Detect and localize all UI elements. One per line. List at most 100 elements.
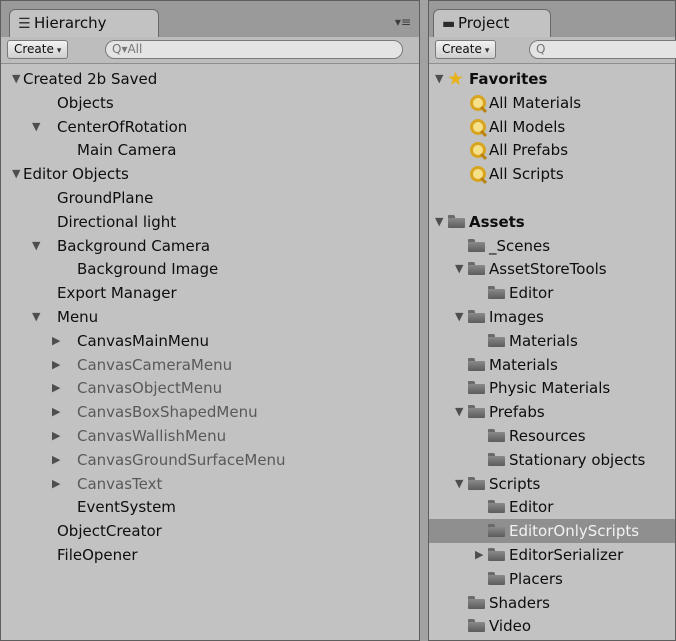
project-item-materials[interactable]: Materials [429,329,675,353]
hierarchy-item-label: CanvasMainMenu [77,331,210,350]
project-item-prefabs[interactable]: ▼ Prefabs [429,400,675,424]
project-panel: ▬ Project Create ▾ Q ▼ ★ Favorites All Materi… [428,0,676,641]
hierarchy-item-canvasboxshapedmenu[interactable]: ▶ CanvasBoxShapedMenu [1,400,419,424]
hierarchy-item-label: Background Camera [57,236,211,255]
hierarchy-panel: ☰ Hierarchy ▾≡ Create ▾ Q▾All ▼ Created 2b … [0,0,420,641]
project-item-images[interactable]: ▼ Images [429,305,675,329]
project-create-button[interactable]: Create ▾ [435,40,497,59]
hierarchy-tree: ▼ Created 2b Saved Objects ▼ CenterOfRotatio… [1,67,419,567]
project-search-input[interactable]: Q [529,40,676,59]
hierarchy-item-canvasgroundsurfacemenu[interactable]: ▶ CanvasGroundSurfaceMenu [1,448,419,472]
hierarchy-item-label: ObjectCreator [57,522,162,541]
project-item-video[interactable]: Video [429,614,675,638]
project-toolbar: Create ▾ Q [429,37,676,64]
hierarchy-create-button[interactable]: Create ▾ [7,40,69,59]
expand-arrow-icon[interactable]: ▼ [12,162,20,186]
project-item-shaders[interactable]: Shaders [429,591,675,615]
project-item-assets[interactable]: ▼ Assets [429,210,675,234]
folder-icon: ▬ [442,16,456,32]
hierarchy-item-label: CanvasWallishMenu [77,426,227,445]
folder-icon [488,452,505,466]
collapse-arrow-icon[interactable]: ▶ [52,376,60,400]
project-item-editor[interactable]: Editor [429,495,675,519]
hierarchy-item-export-manager[interactable]: Export Manager [1,281,419,305]
project-item-label: AssetStoreTools [489,260,607,279]
project-item-label: Resources [509,426,586,445]
project-item-all-prefabs[interactable]: All Prefabs [429,138,675,162]
hierarchy-item-canvascameramenu[interactable]: ▶ CanvasCameraMenu [1,353,419,377]
hierarchy-item-label: FileOpener [57,545,138,564]
hierarchy-tab[interactable]: ☰ Hierarchy [9,9,159,37]
project-item-label: Physic Materials [489,379,611,398]
panel-menu-icon[interactable]: ▾≡ [395,15,411,29]
project-item-scripts[interactable]: ▼ Scripts [429,472,675,496]
project-item-resources[interactable]: Resources [429,424,675,448]
expand-arrow-icon[interactable]: ▼ [32,305,40,329]
project-item-label: All Scripts [489,165,564,184]
hierarchy-item-directional-light[interactable]: Directional light [1,210,419,234]
expand-arrow-icon[interactable]: ▼ [435,210,443,234]
collapse-arrow-icon[interactable]: ▶ [52,329,60,353]
folder-icon [488,286,505,300]
project-item-materials[interactable]: Materials [429,353,675,377]
expand-arrow-icon[interactable]: ▼ [455,305,463,329]
project-item-label: EditorOnlyScripts [509,522,640,541]
hierarchy-item-centerofrotation[interactable]: ▼ CenterOfRotation [1,115,419,139]
project-item-editorserializer[interactable]: ▶ EditorSerializer [429,543,675,567]
search-value: All [127,42,143,56]
folder-icon [468,619,485,633]
hierarchy-item-canvasobjectmenu[interactable]: ▶ CanvasObjectMenu [1,376,419,400]
hierarchy-item-eventsystem[interactable]: EventSystem [1,495,419,519]
hierarchy-item-label: CanvasText [77,474,163,493]
expand-arrow-icon[interactable]: ▼ [455,472,463,496]
collapse-arrow-icon[interactable]: ▶ [52,353,60,377]
project-item-stationary-objects[interactable]: Stationary objects [429,448,675,472]
hierarchy-item-canvastext[interactable]: ▶ CanvasText [1,472,419,496]
collapse-arrow-icon[interactable]: ▶ [475,543,483,567]
hierarchy-item-canvaswallishmenu[interactable]: ▶ CanvasWallishMenu [1,424,419,448]
project-item-scenes[interactable]: _Scenes [429,234,675,258]
project-item-editoronlyscripts[interactable]: EditorOnlyScripts [429,519,675,543]
hierarchy-tab-label: Hierarchy [34,14,107,32]
project-item-placers[interactable]: Placers [429,567,675,591]
collapse-arrow-icon[interactable]: ▶ [52,400,60,424]
expand-arrow-icon[interactable]: ▼ [12,67,20,91]
expand-arrow-icon[interactable]: ▼ [455,257,463,281]
hierarchy-item-main-camera[interactable]: Main Camera [1,138,419,162]
hierarchy-item-fileopener[interactable]: FileOpener [1,543,419,567]
expand-arrow-icon[interactable]: ▼ [32,234,40,258]
expand-arrow-icon[interactable]: ▼ [32,115,40,139]
hierarchy-item-created-2b-saved[interactable]: ▼ Created 2b Saved [1,67,419,91]
hierarchy-item-menu[interactable]: ▼ Menu [1,305,419,329]
project-spacer [429,186,675,210]
hierarchy-item-background-camera[interactable]: ▼ Background Camera [1,234,419,258]
hierarchy-item-objects[interactable]: Objects [1,91,419,115]
hierarchy-item-groundplane[interactable]: GroundPlane [1,186,419,210]
project-item-favorites[interactable]: ▼ ★ Favorites [429,67,675,91]
expand-arrow-icon[interactable]: ▼ [435,67,443,91]
collapse-arrow-icon[interactable]: ▶ [52,424,60,448]
project-tab[interactable]: ▬ Project [433,9,551,37]
project-item-label: Scripts [489,474,541,493]
project-item-assetstoretools[interactable]: ▼ AssetStoreTools [429,257,675,281]
hierarchy-search-input[interactable]: Q▾All [105,40,403,59]
collapse-arrow-icon[interactable]: ▶ [52,448,60,472]
project-item-all-models[interactable]: All Models [429,115,675,139]
hierarchy-item-background-image[interactable]: Background Image [1,257,419,281]
hierarchy-item-editor-objects[interactable]: ▼ Editor Objects [1,162,419,186]
project-item-all-materials[interactable]: All Materials [429,91,675,115]
project-item-label: Editor [509,284,554,303]
project-item-label: Shaders [489,593,550,612]
hierarchy-item-label: Directional light [57,212,177,231]
hierarchy-item-canvasmainmenu[interactable]: ▶ CanvasMainMenu [1,329,419,353]
project-item-editor[interactable]: Editor [429,281,675,305]
project-item-all-scripts[interactable]: All Scripts [429,162,675,186]
folder-icon [488,571,505,585]
folder-icon [468,238,485,252]
collapse-arrow-icon[interactable]: ▶ [52,472,60,496]
hierarchy-item-label: CanvasObjectMenu [77,379,223,398]
project-item-physic-materials[interactable]: Physic Materials [429,376,675,400]
expand-arrow-icon[interactable]: ▼ [455,400,463,424]
folder-icon [468,309,485,323]
hierarchy-item-objectcreator[interactable]: ObjectCreator [1,519,419,543]
